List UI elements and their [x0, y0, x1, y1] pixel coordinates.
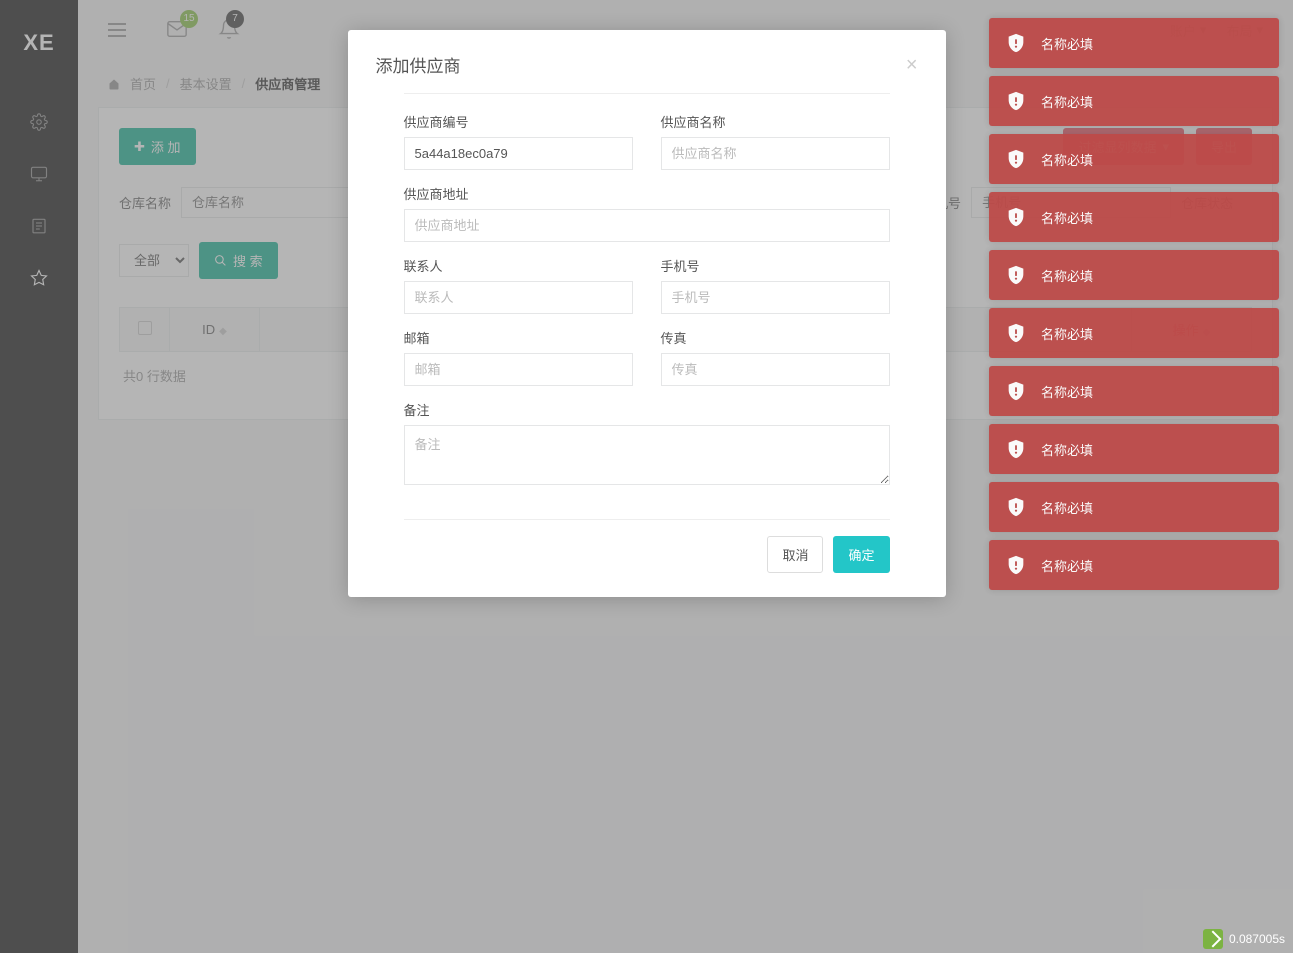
perf-time: 0.087005s — [1229, 932, 1285, 946]
toast-message: 名称必填 — [1041, 324, 1093, 343]
error-toast[interactable]: 名称必填 — [989, 76, 1279, 126]
error-toast[interactable]: 名称必填 — [989, 308, 1279, 358]
input-fax[interactable] — [661, 353, 890, 386]
input-supplier-address[interactable] — [404, 209, 890, 242]
shield-alert-icon — [1005, 206, 1027, 228]
toast-message: 名称必填 — [1041, 266, 1093, 285]
input-email[interactable] — [404, 353, 633, 386]
toast-message: 名称必填 — [1041, 34, 1093, 53]
shield-alert-icon — [1005, 438, 1027, 460]
shield-alert-icon — [1005, 90, 1027, 112]
error-toast[interactable]: 名称必填 — [989, 540, 1279, 590]
toast-message: 名称必填 — [1041, 498, 1093, 517]
error-toast[interactable]: 名称必填 — [989, 18, 1279, 68]
perf-indicator: 0.087005s — [1203, 929, 1285, 949]
error-toast[interactable]: 名称必填 — [989, 192, 1279, 242]
error-toast[interactable]: 名称必填 — [989, 366, 1279, 416]
label-phone: 手机号 — [661, 256, 890, 275]
error-toast[interactable]: 名称必填 — [989, 250, 1279, 300]
confirm-button[interactable]: 确定 — [833, 536, 889, 573]
input-phone[interactable] — [661, 281, 890, 314]
label-supplier-name: 供应商名称 — [661, 112, 890, 131]
perf-icon — [1203, 929, 1223, 949]
label-fax: 传真 — [661, 328, 890, 347]
shield-alert-icon — [1005, 148, 1027, 170]
shield-alert-icon — [1005, 380, 1027, 402]
label-email: 邮箱 — [404, 328, 633, 347]
label-supplier-address: 供应商地址 — [404, 184, 890, 203]
toast-message: 名称必填 — [1041, 150, 1093, 169]
error-toast[interactable]: 名称必填 — [989, 482, 1279, 532]
toast-message: 名称必填 — [1041, 556, 1093, 575]
shield-alert-icon — [1005, 496, 1027, 518]
toast-message: 名称必填 — [1041, 382, 1093, 401]
modal-title: 添加供应商 — [376, 52, 461, 77]
error-toast[interactable]: 名称必填 — [989, 424, 1279, 474]
input-contact[interactable] — [404, 281, 633, 314]
toast-stack: 名称必填名称必填名称必填名称必填名称必填名称必填名称必填名称必填名称必填名称必填 — [989, 18, 1279, 590]
toast-message: 名称必填 — [1041, 92, 1093, 111]
toast-message: 名称必填 — [1041, 440, 1093, 459]
shield-alert-icon — [1005, 264, 1027, 286]
close-icon[interactable]: × — [906, 55, 918, 75]
shield-alert-icon — [1005, 32, 1027, 54]
input-supplier-name[interactable] — [661, 137, 890, 170]
shield-alert-icon — [1005, 322, 1027, 344]
label-remark: 备注 — [404, 400, 890, 419]
cancel-button[interactable]: 取消 — [767, 536, 823, 573]
shield-alert-icon — [1005, 554, 1027, 576]
input-remark[interactable] — [404, 425, 890, 485]
error-toast[interactable]: 名称必填 — [989, 134, 1279, 184]
label-supplier-code: 供应商编号 — [404, 112, 633, 131]
label-contact: 联系人 — [404, 256, 633, 275]
add-supplier-modal: 添加供应商 × 供应商编号 供应商名称 供应商地址 — [348, 30, 946, 597]
input-supplier-code[interactable] — [404, 137, 633, 170]
toast-message: 名称必填 — [1041, 208, 1093, 227]
